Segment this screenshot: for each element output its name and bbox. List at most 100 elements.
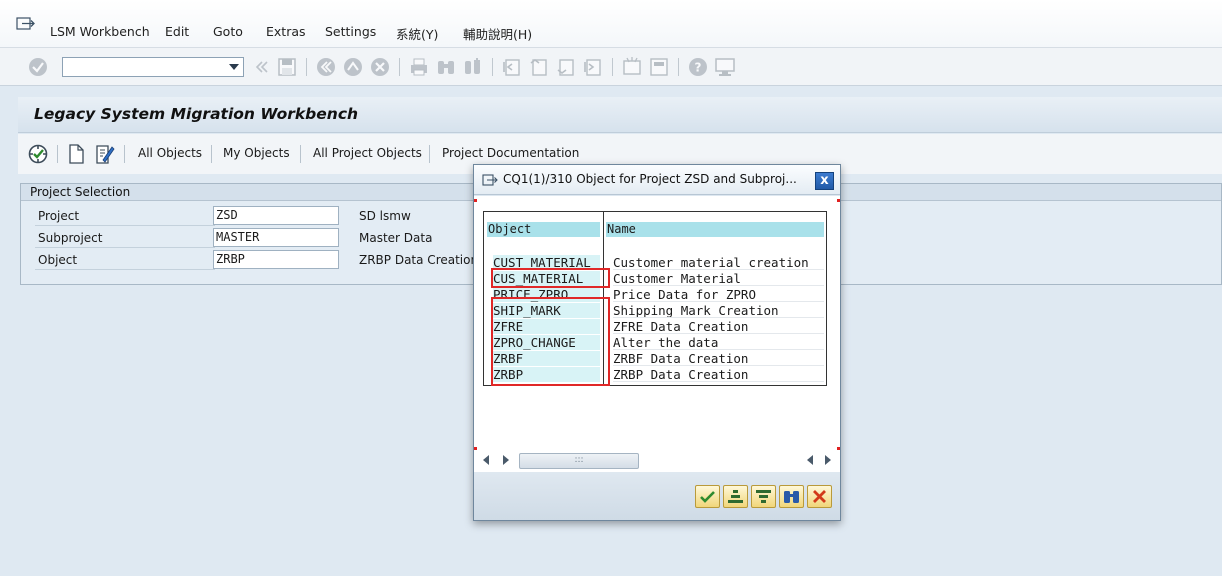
- filter-button[interactable]: [751, 485, 776, 508]
- my-objects-button[interactable]: My Objects: [223, 146, 290, 160]
- edit-document-icon[interactable]: [94, 143, 116, 165]
- toolbar-separator: [612, 58, 613, 76]
- column-header-name[interactable]: Name: [606, 222, 824, 237]
- new-session-icon[interactable]: [621, 56, 643, 78]
- column-header-object[interactable]: Object: [487, 222, 600, 237]
- name-cell[interactable]: Customer material creation: [613, 255, 824, 270]
- name-cell[interactable]: ZFRE Data Creation: [613, 319, 824, 334]
- name-cell[interactable]: ZRBF Data Creation: [613, 351, 824, 366]
- project-row: Project ZSD SD lsmw: [21, 205, 481, 227]
- scroll-left-icon[interactable]: [483, 455, 489, 465]
- dialog-title: CQ1(1)/310 Object for Project ZSD and Su…: [503, 172, 797, 186]
- dialog-body: Object Name CUST_MATERIAL Customer mater…: [474, 196, 840, 490]
- scroll-left-icon[interactable]: [807, 455, 813, 465]
- menu-lsm-workbench[interactable]: LSM Workbench: [50, 24, 150, 39]
- subproject-row: Subproject MASTER Master Data: [21, 227, 481, 249]
- project-field[interactable]: ZSD: [213, 206, 339, 225]
- toolbar-separator: [429, 145, 430, 163]
- object-label: Object: [38, 253, 78, 267]
- label-underline: [35, 247, 215, 248]
- toolbar-separator: [300, 145, 301, 163]
- object-description: ZRBP Data Creation: [359, 253, 479, 267]
- execute-icon[interactable]: [27, 143, 49, 165]
- standard-toolbar: ?: [0, 48, 1222, 86]
- dialog-footer: [474, 472, 840, 520]
- name-cell[interactable]: Alter the data: [613, 335, 824, 350]
- menu-settings[interactable]: Settings: [325, 24, 376, 39]
- last-page-icon[interactable]: [582, 56, 604, 78]
- menu-exit-icon[interactable]: [16, 16, 36, 32]
- continue-button[interactable]: [695, 485, 720, 508]
- toolbar-separator: [124, 145, 125, 163]
- label-underline: [35, 225, 215, 226]
- find-button[interactable]: [779, 485, 804, 508]
- menu-goto[interactable]: Goto: [213, 24, 243, 39]
- find-icon[interactable]: [435, 56, 457, 78]
- project-documentation-button[interactable]: Project Documentation: [442, 146, 579, 160]
- title-bar: Legacy System Migration Workbench: [18, 97, 1222, 133]
- subproject-description: Master Data: [359, 231, 433, 245]
- name-cell[interactable]: Price Data for ZPRO: [613, 287, 824, 302]
- sort-ascending-button[interactable]: [723, 485, 748, 508]
- all-objects-button[interactable]: All Objects: [138, 146, 202, 160]
- name-cell[interactable]: Customer Material: [613, 271, 824, 286]
- svg-text:?: ?: [695, 61, 702, 75]
- toolbar-separator: [492, 58, 493, 76]
- horizontal-scrollbar[interactable]: :::: [483, 452, 833, 470]
- scroll-right-icon[interactable]: [503, 455, 509, 465]
- label-underline: [35, 269, 215, 270]
- chevron-down-icon[interactable]: [229, 64, 239, 70]
- enter-icon[interactable]: [27, 56, 49, 78]
- scroll-right-icon[interactable]: [825, 455, 831, 465]
- cancel-icon[interactable]: [369, 56, 391, 78]
- subproject-field[interactable]: MASTER: [213, 228, 339, 247]
- page-title: Legacy System Migration Workbench: [34, 105, 359, 123]
- exit-icon[interactable]: [342, 56, 364, 78]
- object-selection-dialog: CQ1(1)/310 Object for Project ZSD and Su…: [473, 164, 841, 521]
- help-icon[interactable]: ?: [687, 56, 709, 78]
- menu-edit[interactable]: Edit: [165, 24, 189, 39]
- cancel-button[interactable]: [807, 485, 832, 508]
- back-icon[interactable]: [315, 56, 337, 78]
- command-field[interactable]: [62, 57, 244, 77]
- corner-marker: [837, 199, 840, 202]
- continue-icon: [700, 491, 715, 503]
- object-list-table: Object Name CUST_MATERIAL Customer mater…: [483, 211, 827, 386]
- sort-ascending-icon: [728, 490, 743, 503]
- corner-marker: [474, 447, 477, 450]
- save-icon[interactable]: [276, 56, 298, 78]
- name-cell[interactable]: Shipping Mark Creation: [613, 303, 824, 318]
- find-next-icon[interactable]: [462, 56, 484, 78]
- shortcut-icon[interactable]: [648, 56, 670, 78]
- find-icon: [784, 491, 799, 503]
- scroll-thumb[interactable]: :::: [519, 453, 639, 469]
- all-project-objects-button[interactable]: All Project Objects: [313, 146, 422, 160]
- toolbar-separator: [678, 58, 679, 76]
- toolbar-separator: [306, 58, 307, 76]
- next-page-icon[interactable]: [555, 56, 577, 78]
- toolbar-separator: [399, 58, 400, 76]
- print-icon[interactable]: [408, 56, 430, 78]
- new-document-icon[interactable]: [65, 143, 87, 165]
- toolbar-separator: [57, 145, 58, 163]
- filter-icon: [756, 490, 771, 503]
- menu-help[interactable]: 輔助說明(H): [463, 24, 532, 43]
- dialog-close-button[interactable]: x: [815, 172, 834, 190]
- project-description: SD lsmw: [359, 209, 411, 223]
- highlight-box: [491, 297, 610, 386]
- menu-system[interactable]: 系統(Y): [396, 24, 438, 43]
- name-cell[interactable]: ZRBP Data Creation: [613, 367, 824, 382]
- dialog-window-icon: [482, 174, 498, 186]
- subproject-label: Subproject: [38, 231, 103, 245]
- menu-extras[interactable]: Extras: [266, 24, 306, 39]
- double-chevron-left-icon[interactable]: [251, 56, 273, 78]
- close-icon: x: [820, 173, 829, 188]
- object-field[interactable]: ZRBP: [213, 250, 339, 269]
- customize-layout-icon[interactable]: [714, 56, 736, 78]
- toolbar-separator: [211, 145, 212, 163]
- corner-marker: [474, 199, 477, 202]
- project-label: Project: [38, 209, 80, 223]
- menu-bar: LSM Workbench Edit Goto Extras Settings …: [0, 0, 1222, 48]
- previous-page-icon[interactable]: [528, 56, 550, 78]
- first-page-icon[interactable]: [501, 56, 523, 78]
